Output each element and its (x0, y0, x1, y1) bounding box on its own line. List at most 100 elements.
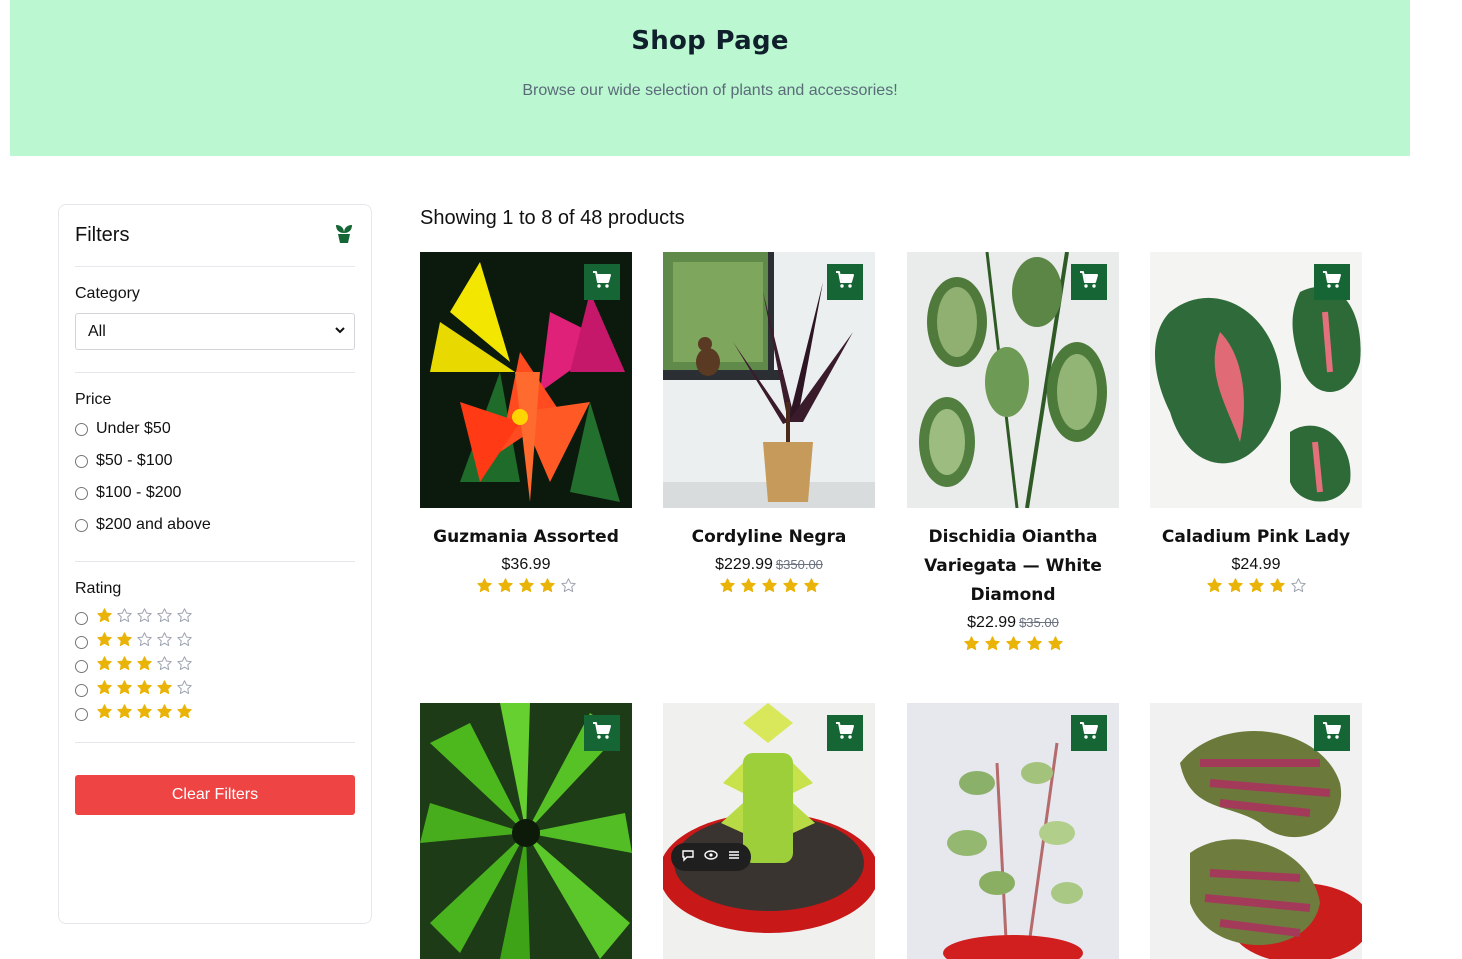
product-price: $24.99 (1150, 556, 1362, 574)
product-card[interactable] (663, 703, 875, 959)
comment-icon[interactable] (681, 848, 695, 867)
product-card[interactable]: Dischidia Oiantha Variegata — White Diam… (907, 252, 1119, 657)
product-card[interactable]: Guzmania Assorted $36.99 (420, 252, 632, 599)
price-label: Price (75, 391, 112, 408)
menu-icon[interactable] (727, 848, 741, 867)
plant-icon (333, 222, 355, 250)
category-selected-value: All (88, 322, 106, 340)
add-to-cart-button[interactable] (1071, 715, 1107, 751)
add-to-cart-button[interactable] (584, 264, 620, 300)
add-to-cart-button[interactable] (1314, 715, 1350, 751)
rating-radio[interactable] (75, 707, 88, 721)
product-image[interactable] (907, 252, 1119, 508)
rating-radio[interactable] (75, 683, 88, 697)
chevron-down-icon (334, 323, 346, 341)
star-icon (719, 577, 736, 599)
product-card[interactable] (907, 703, 1119, 959)
product-image[interactable] (907, 703, 1119, 959)
star-icon (539, 577, 556, 599)
price-option[interactable]: Under $50 (75, 413, 355, 445)
product-card[interactable]: Cordyline Negra $229.99 $350.00 (663, 252, 875, 599)
rating-option[interactable] (75, 702, 355, 726)
star-icon (96, 679, 113, 701)
price-option-label: $50 - $100 (96, 452, 173, 469)
filters-title: Filters (75, 224, 130, 246)
add-to-cart-button[interactable] (827, 264, 863, 300)
star-icon (1005, 635, 1022, 657)
product-price: $36.99 (420, 556, 632, 574)
rating-option[interactable] (75, 654, 355, 678)
product-image[interactable] (663, 703, 875, 959)
star-icon (136, 631, 153, 653)
product-name[interactable]: Caladium Pink Lady (1150, 523, 1362, 552)
product-name[interactable]: Cordyline Negra (663, 523, 875, 552)
star-icon (96, 655, 113, 677)
product-image[interactable] (1150, 703, 1362, 959)
price-option-label: $200 and above (96, 516, 211, 533)
product-name[interactable]: Guzmania Assorted (420, 523, 632, 552)
clear-filters-button[interactable]: Clear Filters (75, 775, 355, 815)
star-icon (156, 703, 173, 725)
product-price: $22.99 $35.00 (907, 614, 1119, 632)
product-card[interactable]: Caladium Pink Lady $24.99 (1150, 252, 1362, 599)
current-price: $229.99 (715, 556, 773, 573)
eye-icon[interactable] (704, 848, 718, 867)
star-icon (96, 607, 113, 629)
star-icon (1290, 577, 1307, 599)
product-image[interactable] (420, 703, 632, 959)
star-icon (156, 607, 173, 629)
price-radio[interactable] (75, 486, 88, 500)
star-icon (1227, 577, 1244, 599)
star-icon (518, 577, 535, 599)
star-icon (176, 631, 193, 653)
rating-section: Rating (75, 562, 355, 743)
cart-icon (1322, 270, 1342, 294)
rating-option[interactable] (75, 606, 355, 630)
add-to-cart-button[interactable] (827, 715, 863, 751)
product-image[interactable] (1150, 252, 1362, 508)
star-icon (1206, 577, 1223, 599)
rating-option[interactable] (75, 630, 355, 654)
star-icon (136, 607, 153, 629)
price-radio[interactable] (75, 518, 88, 532)
star-icon (803, 577, 820, 599)
product-image[interactable] (420, 252, 632, 508)
category-label: Category (75, 285, 140, 302)
star-icon (1047, 635, 1064, 657)
star-icon (136, 679, 153, 701)
floating-toolbar (671, 843, 751, 871)
add-to-cart-button[interactable] (1314, 264, 1350, 300)
rating-radio[interactable] (75, 611, 88, 625)
star-icon (740, 577, 757, 599)
product-card[interactable] (420, 703, 632, 959)
price-option[interactable]: $100 - $200 (75, 477, 355, 509)
price-option[interactable]: $200 and above (75, 509, 355, 541)
star-icon (136, 655, 153, 677)
original-price: $350.00 (775, 557, 823, 572)
category-select[interactable]: All (75, 313, 355, 350)
price-radio[interactable] (75, 422, 88, 436)
product-rating (420, 577, 632, 599)
rating-radio[interactable] (75, 659, 88, 673)
product-rating (1150, 577, 1362, 599)
star-icon (984, 635, 1001, 657)
star-icon (116, 631, 133, 653)
product-name[interactable]: Dischidia Oiantha Variegata — White Diam… (907, 523, 1119, 610)
cart-icon (835, 721, 855, 745)
current-price: $24.99 (1231, 556, 1281, 573)
price-option-label: Under $50 (96, 420, 171, 437)
star-icon (136, 703, 153, 725)
price-option[interactable]: $50 - $100 (75, 445, 355, 477)
add-to-cart-button[interactable] (584, 715, 620, 751)
category-section: Category All (75, 267, 355, 373)
rating-radio[interactable] (75, 635, 88, 649)
price-radio[interactable] (75, 454, 88, 468)
product-image[interactable] (663, 252, 875, 508)
product-card[interactable] (1150, 703, 1362, 959)
star-icon (176, 703, 193, 725)
cart-icon (835, 270, 855, 294)
rating-option[interactable] (75, 678, 355, 702)
add-to-cart-button[interactable] (1071, 264, 1107, 300)
star-icon (963, 635, 980, 657)
results-summary: Showing 1 to 8 of 48 products (420, 207, 685, 229)
